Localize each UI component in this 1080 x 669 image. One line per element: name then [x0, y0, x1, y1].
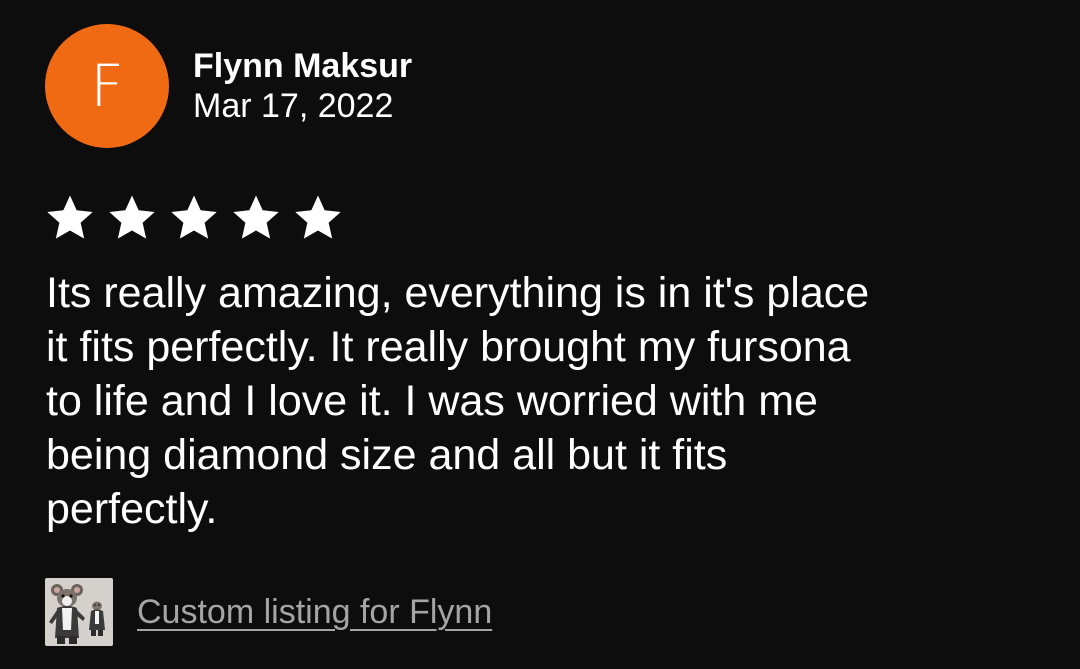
review-text: Its really amazing, everything is in it'… — [46, 269, 870, 533]
listing-thumbnail-image[interactable] — [45, 578, 113, 646]
star-icon — [47, 195, 93, 239]
review-card: F Flynn Maksur Mar 17, 2022 Its really a… — [0, 0, 1080, 669]
custom-listing-link[interactable]: Custom listing for Flynn — [137, 590, 492, 634]
reviewer-name[interactable]: Flynn Maksur — [193, 44, 412, 88]
star-icon — [295, 195, 341, 239]
star-rating — [45, 193, 343, 243]
star-icon — [171, 195, 217, 239]
star-icon — [233, 195, 279, 239]
avatar-initial: F — [90, 52, 124, 120]
star-icon — [109, 195, 155, 239]
listing-link-row[interactable]: Custom listing for Flynn — [45, 578, 492, 646]
review-date: Mar 17, 2022 — [193, 87, 394, 125]
avatar[interactable]: F — [45, 24, 169, 148]
